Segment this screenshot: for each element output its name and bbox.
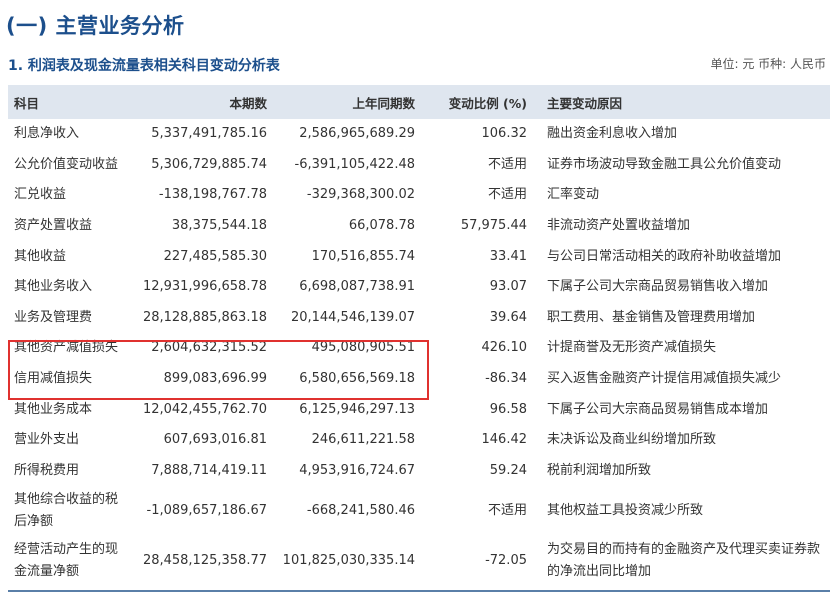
row-current: 5,337,491,785.16 [151,126,267,142]
row-change: 146.42 [481,432,528,448]
table-row: 其他收益 227,485,585.30 170,516,855.74 33.41… [8,241,830,272]
table-row: 其他综合收益的税后净额 -1,089,657,186.67 -668,241,5… [8,486,830,536]
row-change: -72.05 [485,553,527,569]
row-current: 227,485,585.30 [163,248,267,264]
header-item: 科目 [8,85,128,119]
row-change: 93.07 [489,279,527,295]
header-current-period: 本期数 [128,85,273,119]
row-change: 57,975.44 [460,218,527,234]
row-item: 公允价值变动收益 [14,156,119,172]
row-current: 899,083,696.99 [163,371,267,387]
row-reason: 职工费用、基金销售及管理费用增加 [547,309,756,325]
row-prior: 4,953,916,724.67 [299,462,415,478]
section-title: (一) 主营业务分析 [6,14,185,38]
row-reason: 税前利润增加所致 [547,462,652,478]
row-item: 资产处置收益 [14,218,93,234]
row-prior: 20,144,546,139.07 [290,309,415,325]
bottom-divider [8,590,830,592]
row-reason: 下属子公司大宗商品贸易销售收入增加 [547,279,769,295]
row-reason: 计提商誉及无形资产减值损失 [547,340,717,356]
header-reason: 主要变动原因 [533,85,830,119]
row-prior: 246,611,221.58 [311,432,415,448]
row-change: 106.32 [481,126,528,142]
table-body: 利息净收入 5,337,491,785.16 2,586,965,689.29 … [8,119,830,586]
row-reason: 汇率变动 [547,187,600,203]
row-item: 经营活动产生的现金流量净额 [14,542,119,580]
row-item: 汇兑收益 [14,187,67,203]
row-item: 业务及管理费 [14,309,93,325]
row-reason: 非流动资产处置收益增加 [547,218,691,234]
row-current: 607,693,016.81 [163,432,267,448]
table-row: 资产处置收益 38,375,544.18 66,078.78 57,975.44… [8,211,830,242]
row-prior: -329,368,300.02 [306,187,415,203]
row-change: 39.64 [489,309,527,325]
row-item: 所得税费用 [14,462,80,478]
row-reason: 与公司日常活动相关的政府补助收益增加 [547,248,782,264]
row-prior: 101,825,030,335.14 [282,553,415,569]
row-item: 其他综合收益的税后净额 [14,492,119,530]
row-change: 59.24 [489,462,527,478]
row-prior: 6,580,656,569.18 [299,371,415,387]
row-prior: 2,586,965,689.29 [299,126,415,142]
row-reason: 为交易目的而持有的金融资产及代理买卖证券款的净流出同比增加 [547,542,821,580]
row-reason: 下属子公司大宗商品贸易销售成本增加 [547,401,769,417]
row-change: -86.34 [485,371,527,387]
row-change: 426.10 [481,340,528,356]
row-prior: 495,080,905.51 [311,340,415,356]
row-change: 96.58 [489,401,527,417]
table-row: 营业外支出 607,693,016.81 246,611,221.58 146.… [8,425,830,456]
row-prior: 66,078.78 [348,218,415,234]
row-change: 不适用 [487,156,527,172]
row-change: 不适用 [487,503,527,519]
row-item: 营业外支出 [14,432,80,448]
row-reason: 证券市场波动导致金融工具公允价值变动 [547,156,782,172]
row-item: 其他收益 [14,248,67,264]
row-current: 7,888,714,419.11 [151,462,267,478]
row-item: 其他业务成本 [14,401,93,417]
row-item: 信用减值损失 [14,371,93,387]
header-change-percent: 变动比例 (%) [421,85,533,119]
row-reason: 未决诉讼及商业纠纷增加所致 [547,432,717,448]
table-row-highlighted: 信用减值损失 899,083,696.99 6,580,656,569.18 -… [8,364,830,395]
table-row: 其他业务成本 12,042,455,762.70 6,125,946,297.1… [8,394,830,425]
variance-analysis-table: 科目 本期数 上年同期数 变动比例 (%) 主要变动原因 利息净收入 5,337… [8,85,830,586]
table-title: 1. 利润表及现金流量表相关科目变动分析表 [8,58,280,74]
table-row: 业务及管理费 28,128,885,863.18 20,144,546,139.… [8,303,830,334]
row-reason: 融出资金利息收入增加 [547,126,678,142]
row-prior: 6,698,087,738.91 [299,279,415,295]
header-prior-period: 上年同期数 [273,85,421,119]
page: (一) 主营业务分析 1. 利润表及现金流量表相关科目变动分析表 单位: 元 币… [0,0,840,600]
header-row: 科目 本期数 上年同期数 变动比例 (%) 主要变动原因 [8,85,830,119]
table-row: 利息净收入 5,337,491,785.16 2,586,965,689.29 … [8,119,830,150]
row-prior: 6,125,946,297.13 [299,401,415,417]
row-current: 28,128,885,863.18 [142,309,267,325]
row-item: 其他资产减值损失 [14,340,119,356]
table-row-highlighted: 其他资产减值损失 2,604,632,315.52 495,080,905.51… [8,333,830,364]
row-current: 12,931,996,658.78 [142,279,267,295]
row-current: 5,306,729,885.74 [151,156,267,172]
table-header: 科目 本期数 上年同期数 变动比例 (%) 主要变动原因 [8,85,830,119]
row-prior: -668,241,580.46 [306,503,415,519]
row-change: 不适用 [487,187,527,203]
row-current: 12,042,455,762.70 [142,401,267,417]
row-current: -138,198,767.78 [158,187,267,203]
row-item: 利息净收入 [14,126,80,142]
table-row: 汇兑收益 -138,198,767.78 -329,368,300.02 不适用… [8,180,830,211]
table-row: 其他业务收入 12,931,996,658.78 6,698,087,738.9… [8,272,830,303]
row-current: -1,089,657,186.67 [146,503,267,519]
table-row: 所得税费用 7,888,714,419.11 4,953,916,724.67 … [8,456,830,487]
row-change: 33.41 [489,248,527,264]
row-current: 28,458,125,358.77 [142,553,267,569]
table-row: 经营活动产生的现金流量净额 28,458,125,358.77 101,825,… [8,536,830,586]
row-prior: 170,516,855.74 [311,248,415,264]
row-item: 其他业务收入 [14,279,93,295]
row-reason: 其他权益工具投资减少所致 [547,503,704,519]
row-current: 2,604,632,315.52 [151,340,267,356]
row-prior: -6,391,105,422.48 [294,156,415,172]
table-row: 公允价值变动收益 5,306,729,885.74 -6,391,105,422… [8,150,830,181]
unit-currency-note: 单位: 元 币种: 人民币 [710,57,826,71]
row-current: 38,375,544.18 [171,218,267,234]
row-reason: 买入返售金融资产计提信用减值损失减少 [547,371,782,387]
